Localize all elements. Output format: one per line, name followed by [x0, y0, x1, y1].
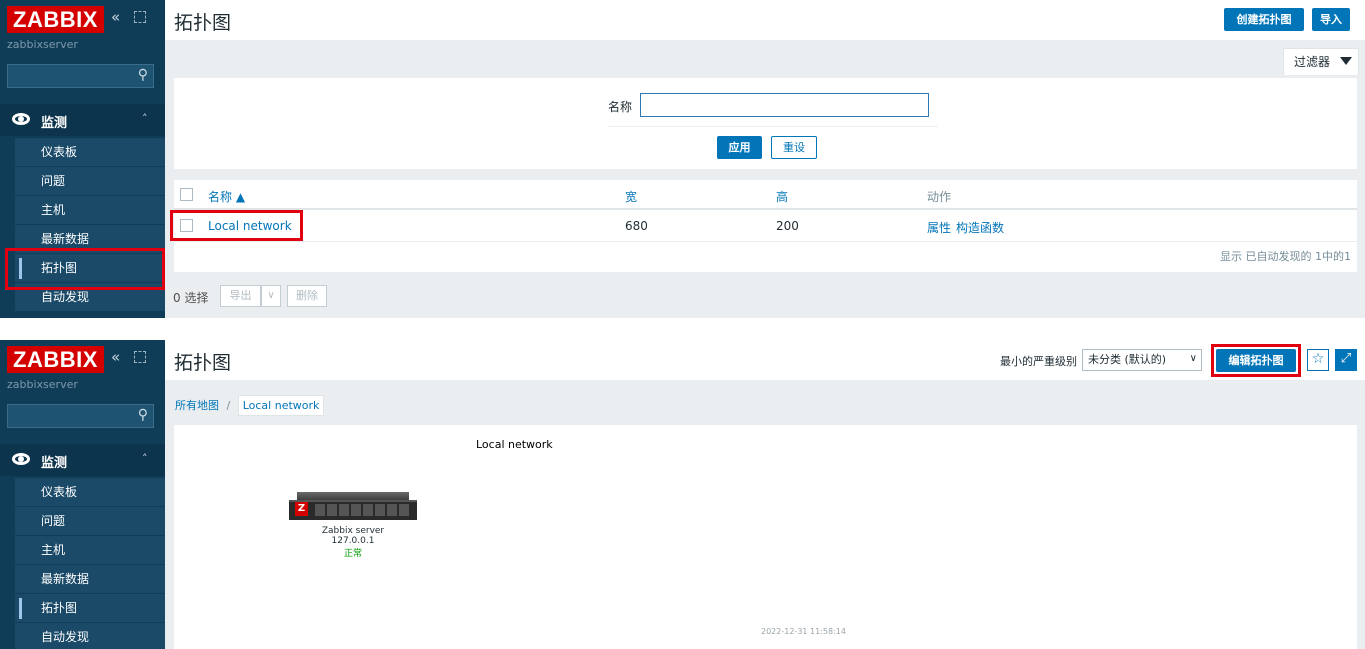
- sidebar: ZABBIX « zabbixserver ⚲ 监测 ˄ 仪表板 问题 主机 最…: [0, 340, 165, 649]
- collapse-sidebar-icon[interactable]: «: [111, 348, 120, 366]
- filter-panel: 名称 应用 重设: [174, 78, 1357, 169]
- select-all-checkbox[interactable]: [180, 188, 193, 201]
- filter-tab[interactable]: 过滤器: [1283, 48, 1359, 75]
- highlight-map-row: [170, 210, 303, 241]
- search-icon[interactable]: ⚲: [138, 407, 148, 423]
- host-ip-label: 127.0.0.1: [331, 536, 375, 546]
- chevron-down-icon: ∨: [1189, 353, 1197, 364]
- menu-section-monitoring[interactable]: 监测 ˄: [0, 444, 165, 476]
- breadcrumb-current[interactable]: Local network: [237, 395, 325, 416]
- highlight-maps-menu: [5, 248, 165, 290]
- maps-table: 名称 ▲ 宽 高 动作 Local network 680 200 属性 构造函…: [174, 180, 1357, 272]
- sidebar: ZABBIX « zabbixserver ⚲ 监测 ˄ 仪表板 问题 主机 最…: [0, 0, 165, 318]
- chevron-up-icon: ˄: [142, 452, 148, 465]
- server-host-element[interactable]: Z: [289, 492, 417, 524]
- maps-list-screen: ZABBIX « zabbixserver ⚲ 监测 ˄ 仪表板 问题 主机 最…: [0, 0, 1365, 318]
- filter-name-input[interactable]: [640, 93, 929, 117]
- table-header: 名称 ▲ 宽 高 动作: [174, 180, 1357, 210]
- import-button[interactable]: 导入: [1312, 8, 1350, 31]
- main-content: 拓扑图 创建拓扑图 导入 过滤器 名称 应用 重设 名称 ▲ 宽 高 动作 Lo…: [165, 0, 1365, 318]
- zabbix-logo[interactable]: ZABBIX: [7, 6, 104, 33]
- eye-icon: [12, 113, 30, 125]
- header: 拓扑图 最小的严重级别 未分类 (默认的) ∨ 编辑拓扑图 ☆ ⤢: [165, 340, 1365, 380]
- map-view-screen: ZABBIX « zabbixserver ⚲ 监测 ˄ 仪表板 问题 主机 最…: [0, 340, 1365, 649]
- host-name-label: Zabbix server: [321, 526, 385, 536]
- selected-count: 0 选择: [173, 291, 209, 305]
- sidebar-item-hosts[interactable]: 主机: [15, 196, 165, 225]
- sidebar-search-input[interactable]: ⚲: [7, 64, 154, 88]
- zabbix-z-icon: Z: [295, 502, 308, 516]
- favourite-star-icon[interactable]: ☆: [1307, 349, 1329, 371]
- zabbix-logo[interactable]: ZABBIX: [7, 346, 104, 373]
- column-width[interactable]: 宽: [625, 188, 637, 205]
- sidebar-search-input[interactable]: ⚲: [7, 404, 154, 428]
- sidebar-item-dashboard[interactable]: 仪表板: [15, 138, 165, 167]
- page-title: 拓扑图: [174, 352, 232, 374]
- map-timestamp: 2022-12-31 11:58:14: [761, 627, 846, 636]
- menu-section-monitoring[interactable]: 监测 ˄: [0, 104, 165, 136]
- table-stats: 显示 已自动发现的 1中的1: [1220, 250, 1351, 263]
- apply-button[interactable]: 应用: [717, 136, 762, 159]
- sidebar-item-discovery[interactable]: 自动发现: [15, 623, 165, 649]
- constructor-link[interactable]: 构造函数: [956, 219, 1004, 236]
- sidebar-item-problems[interactable]: 问题: [15, 167, 165, 196]
- map-height: 200: [776, 219, 799, 233]
- create-map-button[interactable]: 创建拓扑图: [1224, 8, 1304, 31]
- column-name[interactable]: 名称 ▲: [208, 188, 245, 205]
- map-width: 680: [625, 219, 648, 233]
- highlight-edit-map: [1211, 344, 1301, 377]
- reset-button[interactable]: 重设: [771, 136, 817, 159]
- filter-icon: [1340, 57, 1352, 65]
- host-status-label: 正常: [343, 549, 362, 559]
- filter-tab-label: 过滤器: [1294, 55, 1331, 69]
- chevron-up-icon: ˄: [142, 112, 148, 125]
- kiosk-mode-icon[interactable]: [134, 351, 146, 363]
- properties-link[interactable]: 属性: [927, 219, 951, 236]
- breadcrumb-all-maps[interactable]: 所有地图: [175, 399, 219, 412]
- column-actions: 动作: [927, 190, 952, 204]
- min-severity-label: 最小的严重级别: [1000, 355, 1077, 368]
- min-severity-select[interactable]: 未分类 (默认的) ∨: [1082, 349, 1202, 371]
- page-title: 拓扑图: [174, 12, 232, 34]
- breadcrumb: 所有地图 / Local network: [171, 395, 328, 416]
- table-row: Local network 680 200 属性 构造函数: [174, 212, 1357, 242]
- menu-section-label: 监测: [41, 116, 68, 131]
- sidebar-item-hosts[interactable]: 主机: [15, 536, 165, 565]
- collapse-sidebar-icon[interactable]: «: [111, 8, 120, 26]
- search-icon[interactable]: ⚲: [138, 67, 148, 83]
- fullscreen-icon[interactable]: ⤢: [1335, 349, 1357, 371]
- divider: [608, 126, 938, 127]
- export-button[interactable]: 导出: [220, 285, 261, 307]
- main-content: 拓扑图 最小的严重级别 未分类 (默认的) ∨ 编辑拓扑图 ☆ ⤢ 所有地图 /…: [165, 340, 1365, 649]
- eye-icon: [12, 453, 30, 465]
- sidebar-item-problems[interactable]: 问题: [15, 507, 165, 536]
- map-title: Local network: [476, 438, 553, 451]
- filter-name-label: 名称: [608, 100, 633, 114]
- breadcrumb-separator: /: [226, 399, 231, 412]
- header: 拓扑图 创建拓扑图 导入: [165, 0, 1365, 40]
- sidebar-item-maps[interactable]: 拓扑图: [15, 594, 165, 623]
- sidebar-item-latest-data[interactable]: 最新数据: [15, 565, 165, 594]
- min-severity-value: 未分类 (默认的): [1088, 353, 1167, 366]
- menu-section-label: 监测: [41, 456, 68, 471]
- kiosk-mode-icon[interactable]: [134, 11, 146, 23]
- export-dropdown-icon[interactable]: ∨: [261, 285, 281, 307]
- sidebar-item-dashboard[interactable]: 仪表板: [15, 478, 165, 507]
- delete-button[interactable]: 删除: [287, 285, 327, 307]
- column-height[interactable]: 高: [776, 188, 788, 205]
- server-bays: [315, 504, 409, 516]
- map-canvas: Local network Z Zabbix server 127.0.0.1 …: [174, 425, 1357, 649]
